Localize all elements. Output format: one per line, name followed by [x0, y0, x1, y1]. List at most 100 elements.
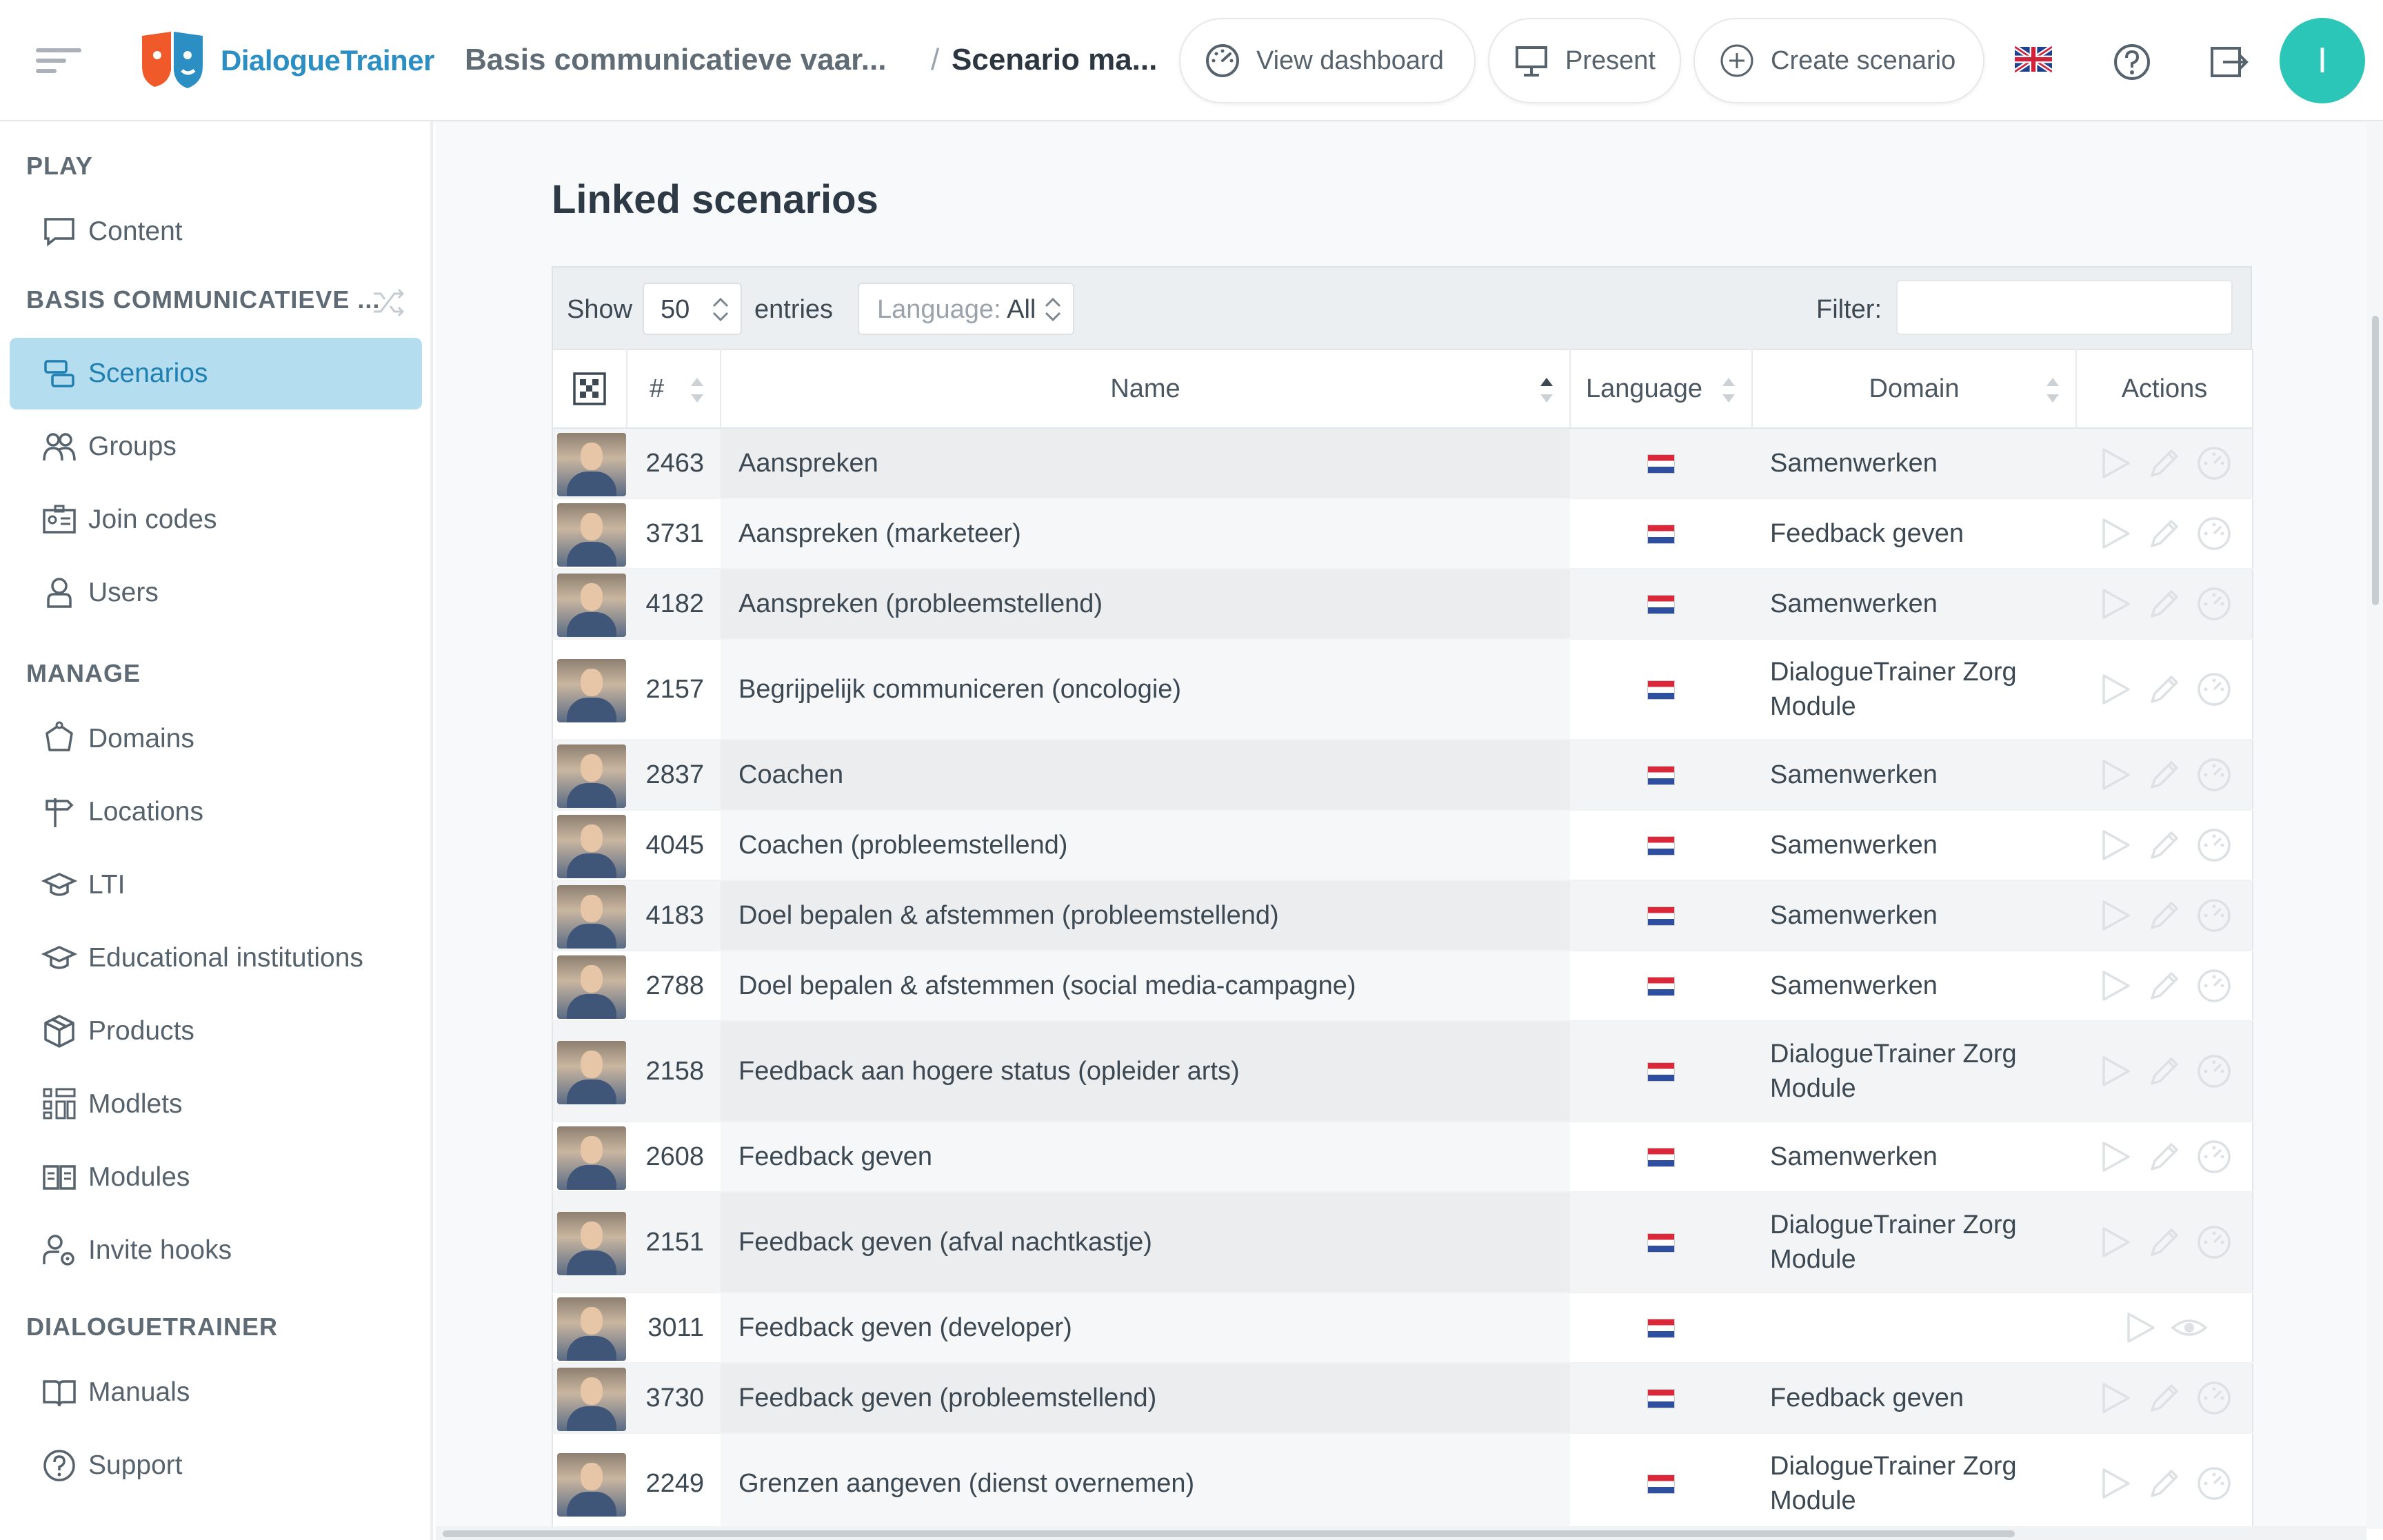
edit-pencil-icon[interactable] — [2145, 1223, 2184, 1262]
column-header-name[interactable]: Name — [721, 349, 1571, 429]
table-row[interactable]: 2788 Doel bepalen & afstemmen (social med… — [552, 951, 2253, 1022]
play-icon[interactable] — [2095, 444, 2134, 483]
breadcrumb-organisation[interactable]: Basis communicatieve vaar... — [465, 43, 886, 77]
play-icon[interactable] — [2095, 756, 2134, 794]
play-icon[interactable] — [2095, 585, 2134, 623]
dashboard-gauge-icon[interactable] — [2195, 444, 2233, 483]
dashboard-gauge-icon[interactable] — [2195, 585, 2233, 623]
scenario-name-link[interactable]: Feedback geven — [738, 1142, 932, 1171]
dashboard-gauge-icon[interactable] — [2195, 1379, 2233, 1417]
sidebar-item-manuals[interactable]: Manuals — [10, 1357, 422, 1428]
dashboard-gauge-icon[interactable] — [2195, 966, 2233, 1005]
column-header-language[interactable]: Language — [1570, 349, 1753, 429]
table-row[interactable]: 4183 Doel bepalen & afstemmen (probleemst… — [552, 880, 2253, 951]
create-scenario-button[interactable]: Create scenario — [1693, 18, 1984, 103]
edit-pencil-icon[interactable] — [2145, 1464, 2184, 1503]
play-icon[interactable] — [2095, 1223, 2134, 1262]
dashboard-gauge-icon[interactable] — [2195, 670, 2233, 709]
dashboard-gauge-icon[interactable] — [2195, 514, 2233, 553]
scenario-name-link[interactable]: Aanspreken (probleemstellend) — [738, 589, 1103, 618]
table-row[interactable]: 2608 Feedback geven Samenwerken — [552, 1122, 2253, 1193]
sidebar-item-modules[interactable]: Modules — [10, 1142, 422, 1213]
sidebar-item-join-codes[interactable]: Join codes — [10, 484, 422, 556]
horizontal-scrollbar[interactable] — [436, 1526, 2366, 1540]
play-icon[interactable] — [2095, 514, 2134, 553]
table-row[interactable]: 3731 Aanspreken (marketeer) Feedback geven — [552, 498, 2253, 569]
vertical-scrollbar-thumb[interactable] — [2372, 316, 2379, 605]
edit-pencil-icon[interactable] — [2145, 966, 2184, 1005]
play-icon[interactable] — [2120, 1308, 2159, 1347]
dashboard-gauge-icon[interactable] — [2195, 756, 2233, 794]
scenario-name-link[interactable]: Aanspreken (marketeer) — [738, 519, 1021, 548]
sidebar-item-domains[interactable]: Domains — [10, 703, 422, 775]
user-avatar[interactable]: I — [2280, 18, 2365, 103]
table-row[interactable]: 2463 Aanspreken Samenwerken — [552, 428, 2253, 499]
table-row[interactable]: 2157 Begrijpelijk communiceren (oncologie… — [552, 639, 2253, 740]
play-icon[interactable] — [2095, 966, 2134, 1005]
domain-link[interactable]: DialogueTrainer Zorg Module — [1770, 1210, 2017, 1274]
sidebar-item-support[interactable]: Support — [10, 1430, 422, 1501]
play-icon[interactable] — [2095, 1464, 2134, 1503]
scenario-name-link[interactable]: Doel bepalen & afstemmen (probleemstelle… — [738, 901, 1279, 930]
language-filter-select[interactable]: Language: All — [858, 283, 1074, 335]
scenario-name-link[interactable]: Begrijpelijk communiceren (oncologie) — [738, 675, 1181, 704]
domain-link[interactable]: Samenwerken — [1770, 760, 1938, 789]
logout-icon[interactable] — [2206, 40, 2251, 84]
table-row[interactable]: 2837 Coachen Samenwerken — [552, 740, 2253, 811]
scenario-name-link[interactable]: Aanspreken — [738, 449, 878, 478]
domain-link[interactable]: Samenwerken — [1770, 589, 1938, 618]
table-row[interactable]: 3011 Feedback geven (developer) — [552, 1293, 2253, 1364]
domain-link[interactable]: Samenwerken — [1770, 1142, 1938, 1171]
sidebar-item-content[interactable]: Content — [10, 196, 422, 267]
sidebar-item-groups[interactable]: Groups — [10, 411, 422, 483]
switch-organisation-icon[interactable] — [370, 284, 407, 321]
scenario-name-link[interactable]: Feedback geven (probleemstellend) — [738, 1384, 1156, 1412]
edit-pencil-icon[interactable] — [2145, 444, 2184, 483]
scenario-name-link[interactable]: Feedback geven (afval nachtkastje) — [738, 1228, 1152, 1257]
dashboard-gauge-icon[interactable] — [2195, 1137, 2233, 1176]
horizontal-scrollbar-thumb[interactable] — [443, 1530, 2015, 1537]
column-header-domain[interactable]: Domain — [1752, 349, 2077, 429]
sidebar-item-modlets[interactable]: Modlets — [10, 1068, 422, 1140]
scenario-name-link[interactable]: Coachen — [738, 760, 843, 789]
play-icon[interactable] — [2095, 896, 2134, 935]
edit-pencil-icon[interactable] — [2145, 1137, 2184, 1176]
edit-pencil-icon[interactable] — [2145, 585, 2184, 623]
sidebar-item-lti[interactable]: LTI — [10, 849, 422, 921]
scenario-name-link[interactable]: Doel bepalen & afstemmen (social media-c… — [738, 971, 1356, 1000]
scenario-name-link[interactable]: Feedback aan hogere status (opleider art… — [738, 1057, 1240, 1086]
entries-per-page-select[interactable]: 50 — [643, 283, 742, 335]
dashboard-gauge-icon[interactable] — [2195, 826, 2233, 864]
domain-link[interactable]: DialogueTrainer Zorg Module — [1770, 1040, 2017, 1103]
sidebar-item-educational-institutions[interactable]: Educational institutions — [10, 922, 422, 994]
table-row[interactable]: 3730 Feedback geven (probleemstellend) Fee… — [552, 1363, 2253, 1434]
domain-link[interactable]: Feedback geven — [1770, 1384, 1964, 1412]
edit-pencil-icon[interactable] — [2145, 756, 2184, 794]
column-header-id[interactable]: # — [627, 349, 721, 429]
table-row[interactable]: 2249 Grenzen aangeven (dienst overnemen) D… — [552, 1433, 2253, 1534]
menu-toggle-icon[interactable] — [36, 48, 84, 73]
table-row[interactable]: 4045 Coachen (probleemstellend) Samenwerke… — [552, 810, 2253, 881]
play-icon[interactable] — [2095, 1052, 2134, 1091]
help-icon[interactable] — [2110, 40, 2154, 84]
logo[interactable]: DialogueTrainer — [138, 28, 434, 94]
domain-link[interactable]: Samenwerken — [1770, 449, 1938, 478]
edit-pencil-icon[interactable] — [2145, 1052, 2184, 1091]
domain-link[interactable]: DialogueTrainer Zorg Module — [1770, 1452, 2017, 1515]
edit-pencil-icon[interactable] — [2145, 514, 2184, 553]
scenario-name-link[interactable]: Coachen (probleemstellend) — [738, 831, 1067, 860]
domain-link[interactable]: Samenwerken — [1770, 831, 1938, 860]
sidebar-item-products[interactable]: Products — [10, 995, 422, 1067]
vertical-scrollbar[interactable] — [2366, 123, 2383, 1529]
sidebar-item-users[interactable]: Users — [10, 557, 422, 629]
sidebar-item-locations[interactable]: Locations — [10, 776, 422, 848]
domain-link[interactable]: Samenwerken — [1770, 971, 1938, 1000]
scenario-name-link[interactable]: Feedback geven (developer) — [738, 1313, 1072, 1342]
view-dashboard-button[interactable]: View dashboard — [1179, 18, 1476, 103]
sidebar-item-scenarios[interactable]: Scenarios — [10, 338, 422, 409]
edit-pencil-icon[interactable] — [2145, 826, 2184, 864]
select-all-header[interactable] — [552, 349, 627, 429]
dashboard-gauge-icon[interactable] — [2195, 896, 2233, 935]
table-row[interactable]: 4182 Aanspreken (probleemstellend) Samenwe… — [552, 569, 2253, 640]
domain-link[interactable]: Feedback geven — [1770, 519, 1964, 548]
